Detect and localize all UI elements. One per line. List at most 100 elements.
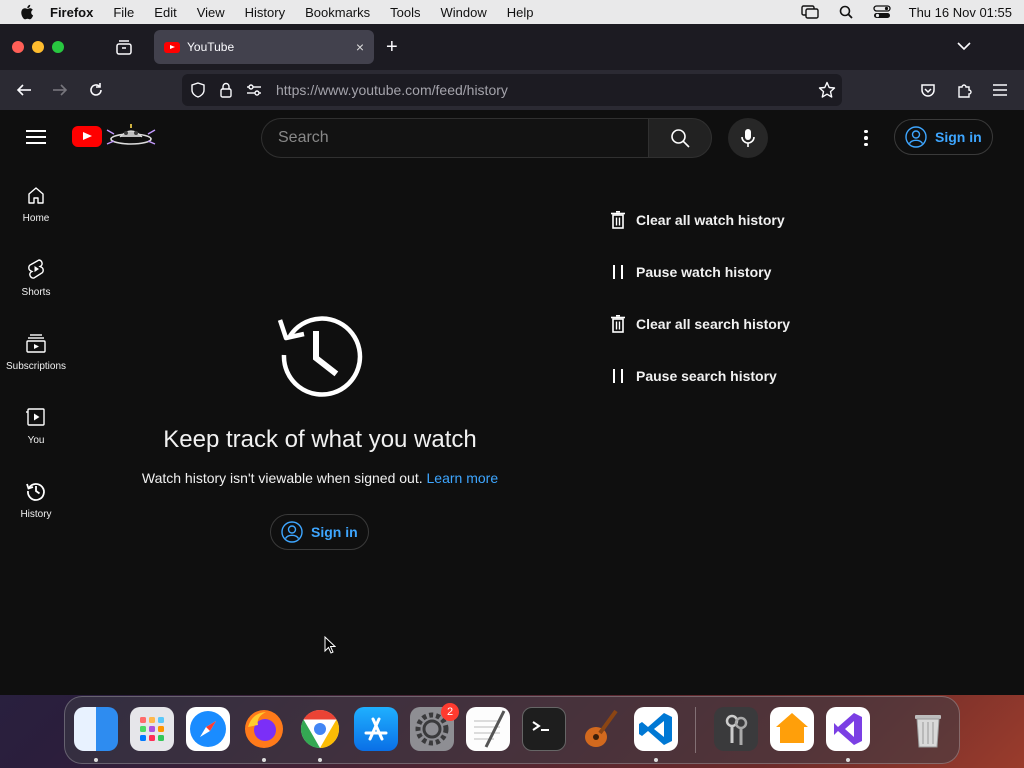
action-label: Pause watch history (636, 264, 772, 280)
dock-vscode-icon[interactable] (634, 707, 678, 751)
list-all-tabs-chevron-icon[interactable] (956, 38, 972, 56)
search-input[interactable]: Search (261, 118, 649, 158)
control-center-icon[interactable] (872, 5, 891, 19)
guide-item-home[interactable]: Home (0, 166, 72, 240)
guide-item-label: Subscriptions (5, 360, 67, 372)
pause-icon (608, 366, 628, 386)
guide-item-label: Shorts (21, 286, 51, 298)
pause-watch-history-button[interactable]: Pause watch history (608, 246, 790, 298)
dock-separator (695, 707, 696, 753)
menubar-view[interactable]: View (197, 5, 225, 20)
dock-keychain-access-icon[interactable] (714, 707, 758, 751)
new-tab-button[interactable]: + (386, 37, 398, 57)
site-permissions-icon[interactable] (246, 82, 262, 98)
guide-menu-icon[interactable] (26, 130, 46, 144)
action-label: Pause search history (636, 368, 777, 384)
tab-bar: YouTube × + (0, 24, 1024, 70)
mouse-pointer-icon (324, 636, 336, 654)
address-bar[interactable]: https://www.youtube.com/feed/history (182, 74, 842, 106)
voice-search-button[interactable] (728, 118, 768, 158)
trash-icon (608, 210, 628, 230)
empty-state-sign-in-button[interactable]: Sign in (270, 514, 369, 550)
dock-firefox-icon[interactable] (242, 707, 286, 751)
dock-finder-icon[interactable] (74, 707, 118, 751)
dock-trash-icon[interactable] (906, 707, 950, 751)
guide-item-history[interactable]: History (0, 462, 72, 536)
macos-dock: 2 (64, 696, 960, 764)
menubar-clock[interactable]: Thu 16 Nov 01:55 (909, 5, 1012, 20)
header-sign-in-label: Sign in (935, 129, 982, 145)
settings-more-vertical-icon[interactable] (856, 126, 876, 150)
clear-all-watch-history-button[interactable]: Clear all watch history (608, 194, 790, 246)
youtube-doodle-icon[interactable] (104, 122, 158, 150)
running-indicator (94, 758, 98, 762)
dock-terminal-icon[interactable] (522, 707, 566, 751)
bookmark-star-icon[interactable] (818, 81, 836, 102)
empty-state-message: Watch history isn't viewable when signed… (141, 470, 423, 486)
learn-more-link[interactable]: Learn more (427, 470, 499, 486)
window-controls (12, 41, 64, 53)
extensions-puzzle-icon[interactable] (954, 80, 974, 100)
guide-item-label: You (27, 434, 45, 446)
search-button[interactable] (648, 118, 712, 158)
firefox-view-icon[interactable] (114, 37, 134, 57)
empty-state-subtitle: Watch history isn't viewable when signed… (130, 470, 510, 486)
guide-item-subscriptions[interactable]: Subscriptions (0, 314, 72, 388)
dock-launchpad-icon[interactable] (130, 707, 174, 751)
header-sign-in-button[interactable]: Sign in (894, 119, 993, 155)
firefox-window: YouTube × + https://www.youtube.com/feed… (0, 24, 1024, 695)
history-actions-panel: Clear all watch history Pause watch hist… (608, 194, 790, 402)
dock-chrome-icon[interactable] (298, 707, 342, 751)
running-indicator (262, 758, 266, 762)
forward-arrow-icon[interactable] (50, 80, 70, 100)
url-text[interactable]: https://www.youtube.com/feed/history (276, 82, 508, 98)
dock-app-store-icon[interactable] (354, 707, 398, 751)
action-label: Clear all watch history (636, 212, 785, 228)
application-menu-icon[interactable] (990, 80, 1010, 100)
tab-youtube[interactable]: YouTube × (154, 30, 374, 64)
guide-item-you[interactable]: You (0, 388, 72, 462)
menubar-bookmarks[interactable]: Bookmarks (305, 5, 370, 20)
trash-icon (608, 314, 628, 334)
pause-search-history-button[interactable]: Pause search history (608, 350, 790, 402)
minimize-window-button[interactable] (32, 41, 44, 53)
menubar-help[interactable]: Help (507, 5, 534, 20)
dock-textedit-icon[interactable] (466, 707, 510, 751)
clear-all-search-history-button[interactable]: Clear all search history (608, 298, 790, 350)
menubar-edit[interactable]: Edit (154, 5, 176, 20)
screen-mirroring-icon[interactable] (800, 5, 819, 19)
youtube-header: Search Sign in (0, 110, 1024, 166)
macos-menubar: Firefox File Edit View History Bookmarks… (0, 0, 1024, 24)
reload-icon[interactable] (86, 80, 106, 100)
dock-garageband-icon[interactable] (578, 707, 622, 751)
menubar-app-name[interactable]: Firefox (50, 5, 93, 20)
account-circle-icon (281, 521, 303, 543)
youtube-logo-icon[interactable] (72, 126, 102, 147)
dock-visual-studio-icon[interactable] (826, 707, 870, 751)
guide-item-label: History (20, 508, 52, 520)
padlock-icon[interactable] (218, 82, 234, 98)
youtube-favicon-icon (164, 41, 180, 53)
tracking-protection-shield-icon[interactable] (190, 82, 206, 98)
menubar-tools[interactable]: Tools (390, 5, 420, 20)
guide-item-label: Home (22, 212, 50, 224)
mini-guide: Home Shorts Subscriptions You History (0, 166, 72, 536)
back-arrow-icon[interactable] (14, 80, 34, 100)
guide-item-shorts[interactable]: Shorts (0, 240, 72, 314)
close-tab-icon[interactable]: × (356, 39, 364, 55)
apple-menu-icon[interactable] (20, 4, 34, 20)
empty-state-title: Keep track of what you watch (163, 426, 477, 453)
close-window-button[interactable] (12, 41, 24, 53)
pocket-icon[interactable] (918, 80, 938, 100)
spotlight-search-icon[interactable] (837, 5, 855, 19)
account-circle-icon (905, 126, 927, 148)
dock-safari-icon[interactable] (186, 707, 230, 751)
menubar-file[interactable]: File (113, 5, 134, 20)
zoom-window-button[interactable] (52, 41, 64, 53)
menubar-history[interactable]: History (245, 5, 285, 20)
menubar-window[interactable]: Window (441, 5, 487, 20)
history-large-icon (277, 316, 363, 397)
system-settings-badge: 2 (441, 703, 459, 721)
navigation-toolbar: https://www.youtube.com/feed/history (0, 70, 1024, 110)
dock-home-icon[interactable] (770, 707, 814, 751)
